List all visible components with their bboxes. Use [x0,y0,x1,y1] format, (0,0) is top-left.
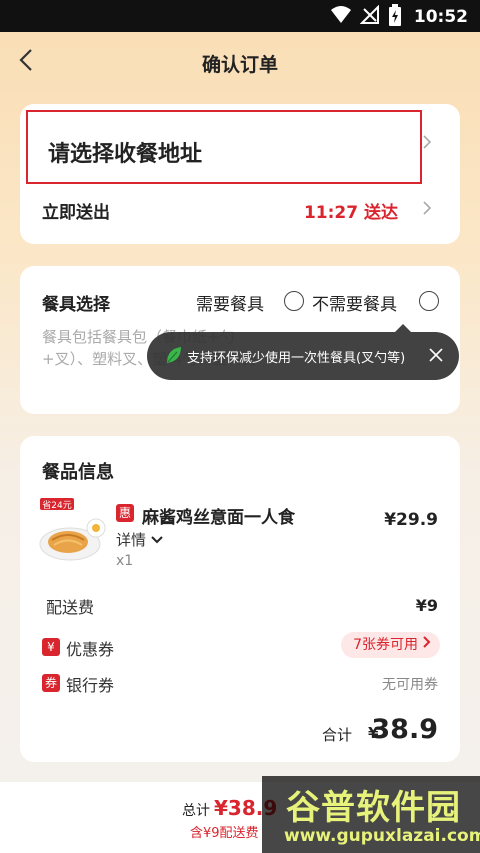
header: 确认订单 [0,32,480,92]
food-image-badge: 省24元 [42,499,71,511]
tableware-need-radio[interactable] [284,291,304,311]
tooltip-text: 支持环保减少使用一次性餐具(叉勺等) [187,351,406,366]
tableware-title: 餐具选择 [42,295,110,315]
address-card: 请选择收餐地址 立即送出 11:27 送达 [20,104,460,244]
coupon-icon: ¥ [42,638,60,656]
food-image: 省24元 [38,498,108,564]
signal-icon [359,4,380,29]
tableware-no-need-label[interactable]: 不需要餐具 [312,290,397,315]
subtotal-label: 合计 [322,726,353,744]
coupon-available-text: 7张券可用 [353,637,418,653]
address-placeholder: 请选择收餐地址 [48,142,203,167]
promo-tag: 惠 [116,504,134,522]
watermark-title: 谷普软件园 [286,788,461,828]
delivery-time: 11:27 送达 [303,203,398,223]
bottom-total-label: 总计 [182,803,210,819]
address-selector[interactable]: 请选择收餐地址 [26,110,422,184]
delivery-fee-label: 配送费 [46,598,95,617]
item-detail-toggle[interactable]: 详情 [116,529,164,550]
delivery-fee-value: ¥9 [415,596,438,615]
status-time: 10:52 [413,7,468,27]
leaf-icon [165,345,183,369]
coupon-label: 优惠券 [66,640,115,659]
bank-coupon-label: 银行券 [66,676,115,695]
status-icons: 10:52 [330,4,468,30]
item-price: ¥29.9 [384,510,438,530]
bottom-delivery-note: 含¥9配送费 [190,826,259,841]
item-name: 麻酱鸡丝意面一人食 [142,508,295,528]
bank-coupon-value: 无可用券 [382,677,438,693]
wifi-icon [330,5,352,29]
page-title: 确认订单 [201,54,278,76]
status-bar: 10:52 [0,0,480,32]
chevron-down-icon [150,531,164,549]
tableware-need-label[interactable]: 需要餐具 [196,290,264,315]
tableware-no-need-radio[interactable] [419,291,439,311]
watermark-url: www.gupuxlazai.com [284,826,480,846]
bank-coupon-icon: 券 [42,674,60,692]
watermark: 谷普软件园 www.gupuxlazai.com [262,776,480,853]
chevron-right-icon [422,200,432,220]
chevron-right-icon [422,632,432,658]
close-icon[interactable] [427,346,445,368]
item-detail-label: 详情 [116,531,147,549]
coupon-available-button[interactable]: 7张券可用 [341,632,440,658]
battery-icon [388,4,402,30]
chevron-right-icon [422,134,432,154]
eco-tooltip: 支持环保减少使用一次性餐具(叉勺等) [147,324,459,380]
meal-info-card: 餐品信息 省24元 惠 麻酱鸡丝意面一人食 ¥29.9 详情 x1 配送费 ¥9… [20,436,460,762]
delivery-label: 立即送出 [42,203,110,223]
item-quantity: x1 [116,553,134,569]
meal-info-title: 餐品信息 [42,462,114,483]
subtotal-value: 38.9 [371,714,438,745]
